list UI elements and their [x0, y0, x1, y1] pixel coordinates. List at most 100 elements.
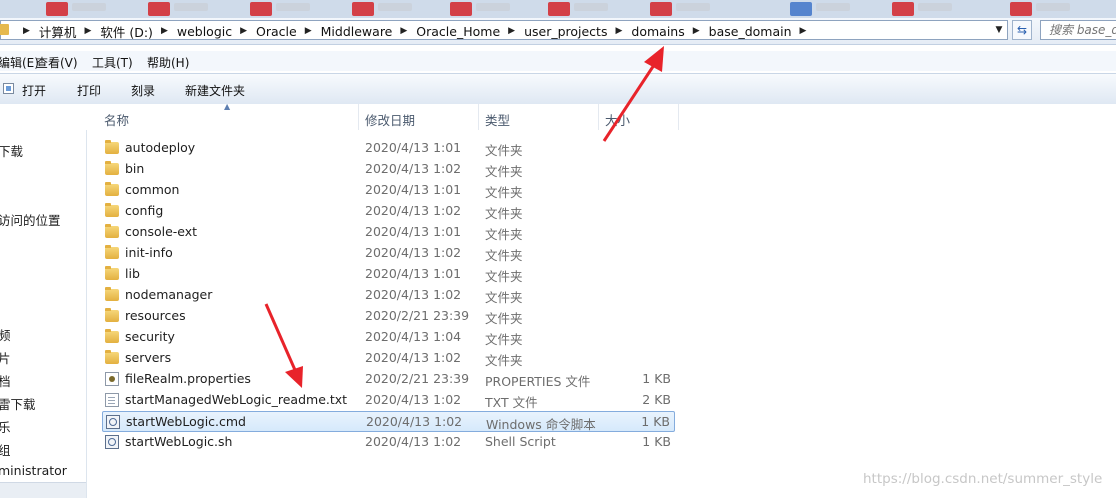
file-type: 文件夹: [485, 290, 523, 305]
tab-favicon[interactable]: [148, 2, 170, 16]
column-divider[interactable]: [678, 104, 679, 130]
chevron-right-icon[interactable]: ▶: [23, 26, 30, 36]
crumb-user-projects[interactable]: user_projects: [524, 24, 607, 39]
file-list: autodeploy 2020/4/13 1:01 文件夹 bin 2020/4…: [86, 138, 1116, 468]
menu-help[interactable]: 帮助(H): [147, 54, 189, 71]
folder-icon: [105, 266, 119, 280]
crumb-computer[interactable]: 计算机: [39, 22, 77, 41]
file-name: security: [125, 329, 175, 344]
file-type: 文件夹: [485, 332, 523, 347]
nav-item-pictures[interactable]: 片: [0, 348, 11, 367]
crumb-oracle[interactable]: Oracle: [256, 24, 297, 39]
column-size[interactable]: 大小: [605, 110, 630, 129]
breadcrumb-path: ▶ 计算机 ▶ 软件 (D:) ▶ weblogic ▶ Oracle ▶ Mi…: [15, 22, 815, 40]
tab-title-blur: [918, 3, 952, 11]
file-row[interactable]: lib 2020/4/13 1:01 文件夹: [102, 264, 675, 285]
column-type[interactable]: 类型: [485, 110, 510, 129]
file-type: 文件夹: [485, 269, 523, 284]
tab-favicon[interactable]: [892, 2, 914, 16]
crumb-domains[interactable]: domains: [631, 24, 684, 39]
menu-edit[interactable]: 编辑(E): [0, 54, 39, 71]
nav-item-downloads[interactable]: 下载: [0, 141, 23, 160]
file-row[interactable]: security 2020/4/13 1:04 文件夹: [102, 327, 675, 348]
chevron-right-icon[interactable]: ▶: [693, 26, 700, 36]
crumb-weblogic[interactable]: weblogic: [177, 24, 232, 39]
folder-icon: [105, 203, 119, 217]
file-name: fileRealm.properties: [125, 371, 251, 386]
tab-favicon[interactable]: [790, 2, 812, 16]
file-row[interactable]: startManagedWebLogic_readme.txt 2020/4/1…: [102, 390, 675, 411]
crumb-oracle-home[interactable]: Oracle_Home: [416, 24, 500, 39]
file-row[interactable]: nodemanager 2020/4/13 1:02 文件夹: [102, 285, 675, 306]
tab-title-blur: [816, 3, 850, 11]
file-row[interactable]: bin 2020/4/13 1:02 文件夹: [102, 159, 675, 180]
file-row[interactable]: common 2020/4/13 1:01 文件夹: [102, 180, 675, 201]
nav-item-xunlei-downloads[interactable]: 雷下载: [0, 394, 36, 413]
tab-favicon[interactable]: [250, 2, 272, 16]
crumb-middleware[interactable]: Middleware: [321, 24, 393, 39]
nav-item-music[interactable]: 乐: [0, 417, 11, 436]
column-name[interactable]: 名称: [104, 110, 129, 129]
nav-scrollbar[interactable]: [0, 482, 86, 498]
column-divider[interactable]: [478, 104, 479, 130]
menu-tools[interactable]: 工具(T): [92, 54, 133, 71]
file-row[interactable]: config 2020/4/13 1:02 文件夹: [102, 201, 675, 222]
column-date[interactable]: 修改日期: [365, 110, 415, 129]
tab-favicon[interactable]: [1010, 2, 1032, 16]
file-type: 文件夹: [485, 311, 523, 326]
refresh-button[interactable]: ⇆: [1012, 20, 1032, 40]
tab-title-blur: [574, 3, 608, 11]
crumb-base-domain[interactable]: base_domain: [709, 24, 792, 39]
text-file-icon: [105, 393, 119, 407]
file-row-selected[interactable]: startWebLogic.cmd 2020/4/13 1:02 Windows…: [102, 411, 675, 432]
tab-favicon[interactable]: [46, 2, 68, 16]
file-row[interactable]: autodeploy 2020/4/13 1:01 文件夹: [102, 138, 675, 159]
print-button[interactable]: 打印: [77, 82, 101, 99]
menu-view[interactable]: 查看(V): [36, 54, 78, 71]
search-box[interactable]: [1040, 20, 1116, 40]
folder-icon: [0, 24, 9, 35]
folder-icon: [105, 329, 119, 343]
file-row[interactable]: resources 2020/2/21 23:39 文件夹: [102, 306, 675, 327]
column-divider[interactable]: [598, 104, 599, 130]
new-folder-button[interactable]: 新建文件夹: [185, 82, 245, 99]
nav-item-administrator[interactable]: ministrator: [0, 463, 67, 478]
chevron-right-icon[interactable]: ▶: [615, 26, 622, 36]
chevron-right-icon[interactable]: ▶: [508, 26, 515, 36]
chevron-right-icon[interactable]: ▶: [800, 26, 807, 36]
column-header-row: ▲ 名称 修改日期 类型 大小: [86, 102, 1116, 130]
file-row[interactable]: init-info 2020/4/13 1:02 文件夹: [102, 243, 675, 264]
burn-button[interactable]: 刻录: [131, 82, 155, 99]
file-date: 2020/4/13 1:02: [365, 287, 462, 302]
chevron-right-icon[interactable]: ▶: [84, 26, 91, 36]
tab-title-blur: [276, 3, 310, 11]
nav-item-homegroup[interactable]: 组: [0, 440, 11, 459]
file-row[interactable]: servers 2020/4/13 1:02 文件夹: [102, 348, 675, 369]
tab-favicon[interactable]: [352, 2, 374, 16]
file-size: 1 KB: [642, 371, 671, 386]
file-row[interactable]: startWebLogic.sh 2020/4/13 1:02 Shell Sc…: [102, 432, 675, 453]
crumb-drive[interactable]: 软件 (D:): [100, 22, 153, 41]
chevron-down-icon[interactable]: ▼: [992, 23, 1006, 37]
chevron-right-icon[interactable]: ▶: [400, 26, 407, 36]
search-input[interactable]: [1041, 21, 1116, 38]
tab-favicon[interactable]: [548, 2, 570, 16]
chevron-right-icon[interactable]: ▶: [240, 26, 247, 36]
file-date: 2020/4/13 1:02: [365, 434, 462, 449]
file-row[interactable]: console-ext 2020/4/13 1:01 文件夹: [102, 222, 675, 243]
nav-item-documents[interactable]: 档: [0, 371, 11, 390]
refresh-icon: ⇆: [1016, 23, 1028, 37]
tab-favicon[interactable]: [450, 2, 472, 16]
tab-favicon[interactable]: [650, 2, 672, 16]
file-row[interactable]: fileRealm.properties 2020/2/21 23:39 PRO…: [102, 369, 675, 390]
breadcrumb[interactable]: ▶ 计算机 ▶ 软件 (D:) ▶ weblogic ▶ Oracle ▶ Mi…: [0, 20, 1008, 40]
chevron-right-icon[interactable]: ▶: [161, 26, 168, 36]
file-date: 2020/4/13 1:02: [365, 161, 462, 176]
chevron-right-icon[interactable]: ▶: [305, 26, 312, 36]
file-type: 文件夹: [485, 206, 523, 221]
nav-item-recent-places[interactable]: 访问的位置: [0, 210, 61, 229]
column-divider[interactable]: [358, 104, 359, 130]
file-type: TXT 文件: [485, 395, 538, 410]
nav-item-videos[interactable]: 频: [0, 325, 11, 344]
open-button[interactable]: 打开: [22, 82, 46, 99]
